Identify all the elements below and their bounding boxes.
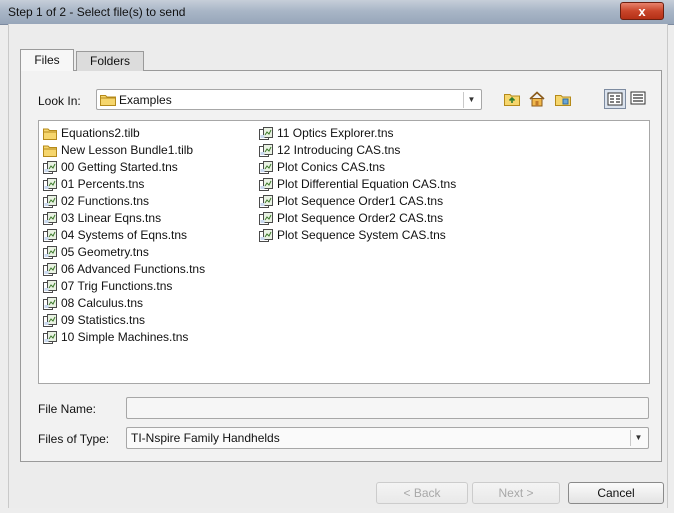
look-in-value: Examples	[119, 93, 172, 107]
file-name-text: 08 Calculus.tns	[61, 296, 144, 310]
file-name-text: Plot Sequence Order2 CAS.tns	[277, 211, 444, 225]
file-list-item[interactable]: Plot Sequence System CAS.tns	[257, 227, 456, 244]
look-in-label: Look In:	[38, 94, 81, 108]
file-list-item[interactable]: 00 Getting Started.tns	[41, 159, 205, 176]
cancel-button[interactable]: Cancel	[568, 482, 664, 504]
file-list-item[interactable]: 12 Introducing CAS.tns	[257, 142, 456, 159]
files-of-type-dropdown[interactable]: TI-Nspire Family Handhelds ▼	[126, 427, 649, 449]
file-name-text: 01 Percents.tns	[61, 177, 145, 191]
file-name-text: 04 Systems of Eqns.tns	[61, 228, 188, 242]
file-list-item[interactable]: 08 Calculus.tns	[41, 295, 205, 312]
file-list-item[interactable]: Plot Conics CAS.tns	[257, 159, 456, 176]
file-name-text: 07 Trig Functions.tns	[61, 279, 173, 293]
list-view-icon	[607, 92, 623, 106]
folder-icon	[100, 95, 116, 106]
look-in-dropdown[interactable]: Examples ▼	[96, 89, 482, 110]
file-list-item[interactable]: 07 Trig Functions.tns	[41, 278, 205, 295]
file-name-field[interactable]	[126, 397, 649, 419]
tns-document-icon	[43, 161, 57, 174]
tns-document-icon	[259, 144, 273, 157]
file-name-text: New Lesson Bundle1.tilb	[61, 143, 194, 157]
folder-icon	[43, 145, 57, 157]
file-list-item[interactable]: 06 Advanced Functions.tns	[41, 261, 205, 278]
file-name-text: 12 Introducing CAS.tns	[277, 143, 401, 157]
file-column-2: 11 Optics Explorer.tns 12 Introducing CAS…	[257, 125, 456, 244]
new-folder-icon[interactable]	[554, 90, 572, 108]
file-list-item[interactable]: 05 Geometry.tns	[41, 244, 205, 261]
back-button[interactable]: < Back	[376, 482, 468, 504]
details-view-icon	[630, 91, 646, 105]
dialog-title: Step 1 of 2 - Select file(s) to send	[8, 5, 186, 19]
file-name-label: File Name:	[38, 402, 97, 416]
file-name-text: 05 Geometry.tns	[61, 245, 149, 259]
file-name-text: Plot Differential Equation CAS.tns	[277, 177, 457, 191]
title-bar[interactable]: Step 1 of 2 - Select file(s) to send x	[0, 0, 674, 25]
tns-document-icon	[43, 263, 57, 276]
close-button[interactable]: x	[620, 2, 664, 20]
file-name-text: 10 Simple Machines.tns	[61, 330, 189, 344]
file-list-item[interactable]: Plot Sequence Order2 CAS.tns	[257, 210, 456, 227]
tns-document-icon	[259, 127, 273, 140]
tns-document-icon	[259, 212, 273, 225]
file-list-item[interactable]: 10 Simple Machines.tns	[41, 329, 205, 346]
file-list[interactable]: Equations2.tilb New Lesson Bundle1.tilb 00…	[38, 120, 650, 384]
file-name-text: 09 Statistics.tns	[61, 313, 146, 327]
file-name-text: Equations2.tilb	[61, 126, 140, 140]
file-name-text: 02 Functions.tns	[61, 194, 150, 208]
next-button[interactable]: Next >	[472, 482, 560, 504]
file-name-text: 11 Optics Explorer.tns	[277, 126, 394, 140]
home-icon[interactable]	[528, 90, 546, 108]
files-of-type-label: Files of Type:	[38, 432, 110, 446]
tns-document-icon	[43, 178, 57, 191]
files-of-type-value: TI-Nspire Family Handhelds	[131, 431, 280, 445]
tns-document-icon	[43, 280, 57, 293]
tns-document-icon	[43, 212, 57, 225]
chevron-down-icon[interactable]: ▼	[463, 92, 479, 108]
tns-document-icon	[43, 195, 57, 208]
tab-folders[interactable]: Folders	[76, 51, 144, 71]
up-folder-icon[interactable]	[503, 90, 521, 108]
file-list-item[interactable]: 11 Optics Explorer.tns	[257, 125, 456, 142]
file-column-1: Equations2.tilb New Lesson Bundle1.tilb 00…	[41, 125, 205, 346]
tns-document-icon	[259, 161, 273, 174]
file-list-item[interactable]: New Lesson Bundle1.tilb	[41, 142, 205, 159]
list-view-button[interactable]	[604, 89, 626, 109]
file-list-item[interactable]: 04 Systems of Eqns.tns	[41, 227, 205, 244]
tns-document-icon	[43, 246, 57, 259]
file-name-text: 06 Advanced Functions.tns	[61, 262, 206, 276]
tns-document-icon	[259, 178, 273, 191]
file-list-item[interactable]: Plot Differential Equation CAS.tns	[257, 176, 456, 193]
tns-document-icon	[43, 331, 57, 344]
file-list-item[interactable]: 03 Linear Eqns.tns	[41, 210, 205, 227]
tns-document-icon	[43, 229, 57, 242]
send-files-dialog: Step 1 of 2 - Select file(s) to send x F…	[0, 0, 674, 513]
tns-document-icon	[259, 195, 273, 208]
file-name-text: 00 Getting Started.tns	[61, 160, 178, 174]
file-name-text: Plot Sequence Order1 CAS.tns	[277, 194, 444, 208]
tns-document-icon	[259, 229, 273, 242]
file-list-item[interactable]: Equations2.tilb	[41, 125, 205, 142]
file-list-item[interactable]: 01 Percents.tns	[41, 176, 205, 193]
file-list-item[interactable]: 09 Statistics.tns	[41, 312, 205, 329]
tab-files[interactable]: Files	[20, 49, 74, 71]
tns-document-icon	[43, 314, 57, 327]
file-name-text: 03 Linear Eqns.tns	[61, 211, 162, 225]
tns-document-icon	[43, 297, 57, 310]
chevron-down-icon[interactable]: ▼	[630, 430, 646, 446]
file-list-item[interactable]: 02 Functions.tns	[41, 193, 205, 210]
file-name-text: Plot Conics CAS.tns	[277, 160, 386, 174]
folder-icon	[43, 128, 57, 140]
details-view-button[interactable]	[628, 89, 650, 109]
file-name-text: Plot Sequence System CAS.tns	[277, 228, 446, 242]
file-list-item[interactable]: Plot Sequence Order1 CAS.tns	[257, 193, 456, 210]
